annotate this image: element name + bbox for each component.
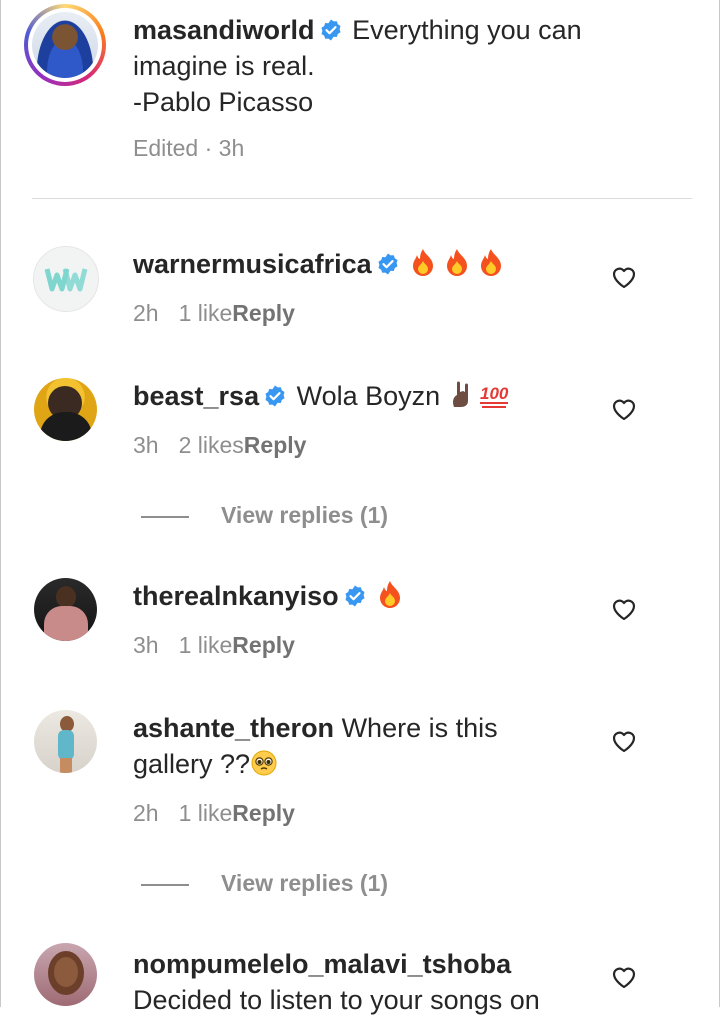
comment-body: beast_rsa Wola Boyzn 100: [133, 378, 512, 414]
verified-badge-icon: [345, 585, 365, 607]
comment-body: warnermusicafrica: [133, 246, 505, 282]
comment-text-line-1: Where is this: [341, 713, 498, 743]
hundred-points-emoji-icon: 100: [479, 384, 509, 408]
view-replies-dash: [141, 515, 189, 518]
comment-body: ashante_theron Where is this gallery ??: [133, 710, 498, 782]
view-replies-label: View replies (1): [221, 870, 389, 896]
comment-likes[interactable]: 1 like: [179, 632, 233, 658]
comment-body: nompumelelo_malavi_tshoba Decided to lis…: [133, 946, 540, 1018]
comment-username[interactable]: nompumelelo_malavi_tshoba: [133, 949, 511, 979]
caption-line-1: Everything you can: [352, 15, 582, 45]
comment-username[interactable]: warnermusicafrica: [133, 249, 372, 279]
like-heart-icon[interactable]: [611, 965, 637, 989]
comment-likes[interactable]: 1 like: [179, 300, 233, 326]
warner-logo-icon: [44, 268, 88, 292]
caption-line-2: imagine is real.: [133, 51, 315, 81]
comment-time: 2h: [133, 300, 159, 326]
post-author-username[interactable]: masandiworld: [133, 15, 315, 45]
reply-button[interactable]: Reply: [232, 632, 295, 658]
verified-badge-icon: [321, 19, 341, 41]
reply-button[interactable]: Reply: [232, 300, 295, 326]
view-replies-button[interactable]: View replies (1): [141, 870, 388, 897]
comment-time: 2h: [133, 800, 159, 826]
reply-button[interactable]: Reply: [244, 432, 307, 458]
comment-text: Wola Boyzn: [296, 381, 441, 411]
fire-emoji-icon: [481, 249, 502, 276]
reply-button[interactable]: Reply: [232, 800, 295, 826]
comment-avatar[interactable]: [34, 378, 97, 441]
fire-emoji-icon: [380, 581, 401, 608]
comment-meta: 3h 1 likeReply: [133, 632, 295, 659]
post-caption: masandiworld Everything you can imagine …: [133, 12, 582, 120]
comment-text-line-1: Decided to listen to your songs on: [133, 985, 540, 1015]
verified-badge-icon: [265, 385, 285, 407]
like-heart-icon[interactable]: [611, 597, 637, 621]
comment-username[interactable]: therealnkanyiso: [133, 581, 339, 611]
comment-meta: 3h 2 likesReply: [133, 432, 306, 459]
like-heart-icon[interactable]: [611, 265, 637, 289]
comment-time: 3h: [133, 432, 159, 458]
post-meta: Edited · 3h: [133, 135, 245, 161]
svg-text:100: 100: [480, 384, 509, 403]
view-replies-dash: [141, 883, 189, 886]
fire-emoji-icon: [447, 249, 468, 276]
like-heart-icon[interactable]: [611, 397, 637, 421]
comment-likes[interactable]: 1 like: [179, 800, 233, 826]
comment-time: 3h: [133, 632, 159, 658]
comment-avatar[interactable]: [34, 710, 97, 773]
comment-body: therealnkanyiso: [133, 578, 404, 614]
comment-username[interactable]: ashante_theron: [133, 713, 334, 743]
verified-badge-icon: [378, 253, 398, 275]
comment-avatar[interactable]: [33, 246, 99, 312]
like-heart-icon[interactable]: [611, 729, 637, 753]
view-replies-button[interactable]: View replies (1): [141, 502, 388, 529]
comment-likes[interactable]: 2 likes: [179, 432, 244, 458]
comment-meta: 2h 1 likeReply: [133, 800, 295, 827]
comment-username[interactable]: beast_rsa: [133, 381, 259, 411]
caption-divider: [32, 198, 692, 199]
view-replies-label: View replies (1): [221, 502, 389, 528]
comment-text-line-2: gallery ??: [133, 749, 251, 779]
fire-emoji-icon: [413, 249, 434, 276]
pleading-face-emoji-icon: [251, 750, 277, 776]
comment-avatar[interactable]: [34, 578, 97, 641]
comment-avatar[interactable]: [34, 943, 97, 1006]
post-author-avatar[interactable]: [24, 4, 106, 86]
comment-meta: 2h 1 likeReply: [133, 300, 295, 327]
sign-of-horns-emoji-icon: [452, 381, 468, 407]
caption-line-3: -Pablo Picasso: [133, 87, 314, 117]
frame-left-border: [0, 0, 1, 1007]
